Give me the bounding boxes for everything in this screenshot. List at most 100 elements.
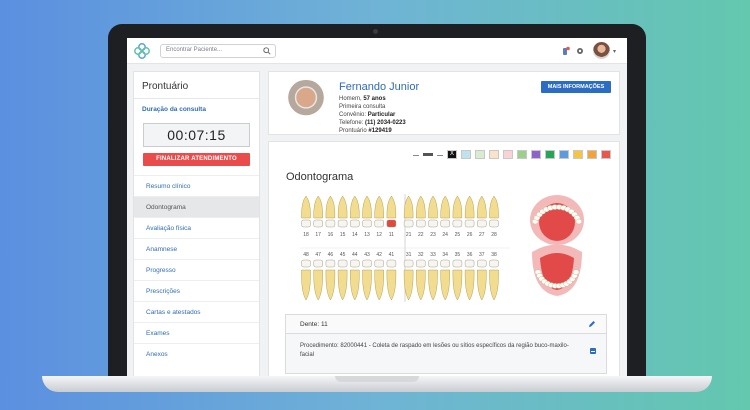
- lower-tooth-crown[interactable]: [416, 259, 426, 268]
- lower-tooth-crown[interactable]: [428, 259, 438, 268]
- lower-tooth-crown[interactable]: [374, 259, 384, 268]
- color-swatch[interactable]: [413, 150, 419, 156]
- sidebar-item-anamnese[interactable]: Anamnese: [134, 238, 259, 259]
- color-swatch[interactable]: [461, 150, 471, 159]
- search-icon[interactable]: [263, 47, 271, 55]
- upper-tooth-crown[interactable]: [374, 219, 384, 228]
- notification-icon[interactable]: [561, 46, 571, 56]
- tooth-number: 21: [406, 232, 412, 238]
- tooth-number: 32: [418, 252, 424, 258]
- upper-tooth-crown[interactable]: [386, 219, 397, 228]
- laptop-notch: [335, 376, 419, 382]
- lower-tooth-crown[interactable]: [403, 259, 414, 268]
- upper-tooth-crown[interactable]: [416, 219, 426, 228]
- tooth-number: 17: [315, 232, 321, 238]
- color-swatch[interactable]: [517, 150, 527, 159]
- lower-tooth-crown[interactable]: [325, 259, 336, 268]
- sidebar-title: Prontuário: [142, 81, 189, 92]
- odontogram-panel: X Odontograma 18 17 16 15 14 13 12 11 21 22 23 24 25…: [268, 141, 620, 380]
- tooth-number: 23: [430, 232, 436, 238]
- tooth-number: 44: [352, 252, 358, 258]
- gear-icon[interactable]: [575, 46, 585, 56]
- upper-tooth-root: [489, 195, 499, 219]
- lower-tooth-root: [313, 269, 323, 301]
- patient-visit: Primeira consulta: [339, 104, 386, 110]
- lower-tooth-crown[interactable]: [301, 259, 311, 268]
- upper-tooth-crown[interactable]: [477, 219, 487, 228]
- more-info-button[interactable]: MAIS INFORMAÇÕES: [541, 81, 611, 93]
- tooth-number: 18: [303, 232, 309, 238]
- lower-tooth-crown[interactable]: [452, 259, 463, 268]
- lower-tooth-root: [452, 269, 463, 301]
- upper-tooth-crown[interactable]: [403, 219, 414, 228]
- patient-record: Prontuário #129419: [339, 128, 392, 134]
- lower-tooth-root: [428, 269, 438, 301]
- sidebar-item-anexos[interactable]: Anexos: [134, 343, 259, 364]
- color-swatch[interactable]: [475, 150, 485, 159]
- user-avatar[interactable]: [593, 42, 610, 59]
- tooth-number: 33: [430, 252, 436, 258]
- color-swatch[interactable]: [601, 150, 611, 159]
- upper-tooth-root: [337, 195, 348, 219]
- tooth-number: 48: [303, 252, 309, 258]
- tooth-number: 16: [328, 232, 334, 238]
- upper-tooth-crown[interactable]: [452, 219, 463, 228]
- lower-tooth-crown[interactable]: [440, 259, 450, 268]
- color-swatch[interactable]: [573, 150, 583, 159]
- color-swatch[interactable]: [545, 150, 555, 159]
- sidebar-item-avaliacao-fisica[interactable]: Avaliação física: [134, 217, 259, 238]
- upper-tooth-root: [464, 195, 475, 219]
- tooth-number: 12: [376, 232, 382, 238]
- search-placeholder: Encontrar Paciente...: [166, 47, 223, 53]
- color-swatch[interactable]: [489, 150, 499, 159]
- patient-insurance: Convênio: Particular: [339, 112, 395, 118]
- upper-tooth-crown[interactable]: [428, 219, 438, 228]
- insurance-label: Convênio:: [339, 112, 368, 118]
- sidebar-item-resumo-clinico[interactable]: Resumo clínico: [134, 175, 259, 196]
- tooth-number: 31: [406, 252, 412, 258]
- tooth-number: 25: [455, 232, 461, 238]
- finish-appointment-button[interactable]: FINALIZAR ATENDIMENTO: [143, 153, 250, 166]
- upper-tooth-crown[interactable]: [464, 219, 475, 228]
- pencil-icon[interactable]: [588, 320, 596, 328]
- lower-tooth-crown[interactable]: [489, 259, 499, 268]
- lower-tooth-crown[interactable]: [337, 259, 348, 268]
- lower-tooth-crown[interactable]: [350, 259, 360, 268]
- tooth-chart[interactable]: 18 17 16 15 14 13 12 11 21 22 23 24 25 26 27 28 48 47 46 45…: [300, 194, 510, 302]
- lower-tooth-crown[interactable]: [386, 259, 397, 268]
- tooth-number: 35: [455, 252, 461, 258]
- lower-tooth-root: [477, 269, 487, 301]
- upper-tooth-crown[interactable]: [301, 219, 311, 228]
- lower-tooth-root: [464, 269, 475, 301]
- upper-tooth-crown[interactable]: [362, 219, 372, 228]
- upper-tooth-crown[interactable]: [337, 219, 348, 228]
- upper-tooth-crown[interactable]: [489, 219, 499, 228]
- phone-label: Telefone:: [339, 120, 366, 126]
- sidebar-item-exames[interactable]: Exames: [134, 322, 259, 343]
- upper-tooth-root: [403, 195, 414, 219]
- collapse-icon[interactable]: [590, 348, 596, 354]
- upper-tooth-crown[interactable]: [350, 219, 360, 228]
- color-swatch[interactable]: [559, 150, 569, 159]
- lower-tooth-crown[interactable]: [464, 259, 475, 268]
- lower-tooth-crown[interactable]: [477, 259, 487, 268]
- upper-tooth-crown[interactable]: [440, 219, 450, 228]
- sidebar-item-progresso[interactable]: Progresso: [134, 259, 259, 280]
- search-input[interactable]: Encontrar Paciente...: [160, 44, 276, 58]
- color-swatch[interactable]: [587, 150, 597, 159]
- sidebar-item-cartas-atestados[interactable]: Cartas e atestados: [134, 301, 259, 322]
- sidebar-item-prescricoes[interactable]: Prescrições: [134, 280, 259, 301]
- sidebar-item-odontograma[interactable]: Odontograma: [134, 196, 259, 217]
- color-swatch[interactable]: [503, 150, 513, 159]
- chevron-down-icon[interactable]: ▾: [613, 48, 616, 55]
- color-swatch[interactable]: [437, 150, 443, 156]
- upper-tooth-crown[interactable]: [325, 219, 336, 228]
- top-bar: Encontrar Paciente... ▾: [127, 38, 627, 64]
- upper-tooth-crown[interactable]: [313, 219, 323, 228]
- color-swatch[interactable]: [531, 150, 541, 159]
- lower-tooth-crown[interactable]: [362, 259, 372, 268]
- color-swatch-x[interactable]: X: [447, 150, 457, 159]
- color-swatch[interactable]: [423, 153, 433, 156]
- gender-text: Homem,: [339, 96, 364, 102]
- lower-tooth-crown[interactable]: [313, 259, 323, 268]
